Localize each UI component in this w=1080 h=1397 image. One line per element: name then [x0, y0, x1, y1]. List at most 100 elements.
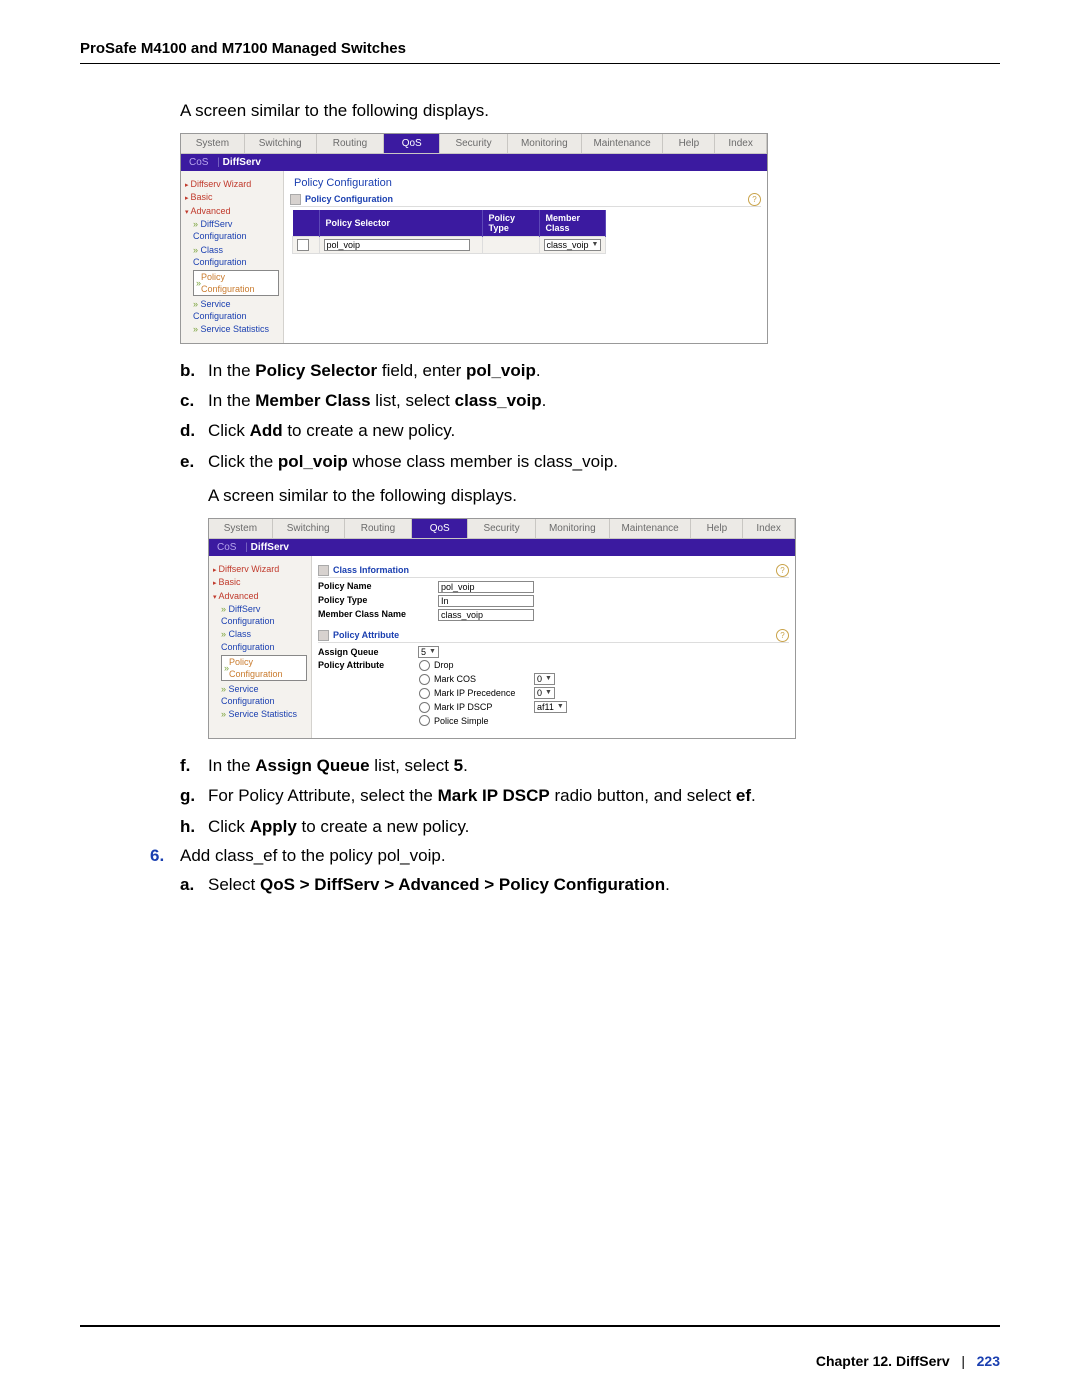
- step-e: e. Click the pol_voip whose class member…: [180, 449, 1000, 475]
- row-mark-ip-dscp: Mark IP DSCP af11▼: [318, 701, 789, 713]
- sidebar-item-service-stats[interactable]: Service Statistics: [221, 708, 307, 720]
- subtab-sep: |: [245, 542, 248, 553]
- main-panel: Policy Configuration Policy Configuratio…: [284, 171, 767, 343]
- step-list-1: b. In the Policy Selector field, enter p…: [180, 358, 1000, 475]
- step-d: d. Click Add to create a new policy.: [180, 418, 1000, 444]
- page-title: Policy Configuration: [294, 177, 761, 189]
- subtab-diffserv[interactable]: DiffServ: [223, 157, 261, 168]
- sidebar-item-advanced[interactable]: Advanced: [213, 590, 307, 602]
- footer-rule: [80, 1325, 1000, 1327]
- tab-monitoring[interactable]: Monitoring: [536, 519, 610, 539]
- step-marker: b.: [180, 358, 208, 384]
- radio-mark-cos[interactable]: [419, 674, 430, 685]
- mark-ip-prec-select[interactable]: 0▼: [534, 687, 555, 699]
- tab-maintenance[interactable]: Maintenance: [610, 519, 692, 539]
- tab-index[interactable]: Index: [715, 134, 767, 154]
- step-marker: f.: [180, 753, 208, 779]
- policy-table: Policy Selector Policy Type Member Class…: [292, 210, 606, 254]
- mark-cos-select[interactable]: 0▼: [534, 673, 555, 685]
- tab-index[interactable]: Index: [743, 519, 795, 539]
- step-6: 6. Add class_ef to the policy pol_voip.: [150, 846, 1000, 866]
- help-icon[interactable]: ?: [776, 629, 789, 642]
- tab-help[interactable]: Help: [663, 134, 715, 154]
- screenshot-class-information: System Switching Routing QoS Security Mo…: [208, 518, 796, 739]
- radio-police-simple[interactable]: [419, 715, 430, 726]
- mark-ip-dscp-select[interactable]: af11▼: [534, 701, 567, 713]
- help-icon[interactable]: ?: [776, 564, 789, 577]
- chevron-down-icon: ▼: [592, 241, 599, 248]
- subtab-diffserv[interactable]: DiffServ: [251, 542, 289, 553]
- sidebar-item-service-stats[interactable]: Service Statistics: [193, 323, 279, 335]
- main-panel-2: Class Information ? Policy Name pol_voip…: [312, 556, 795, 738]
- sidebar-item-policy-cfg[interactable]: Policy Configuration: [193, 270, 279, 296]
- member-class-input: class_voip: [438, 609, 534, 621]
- tab-routing[interactable]: Routing: [345, 519, 413, 539]
- tab-switching[interactable]: Switching: [245, 134, 317, 154]
- tab-qos[interactable]: QoS: [384, 134, 440, 154]
- collapse-icon[interactable]: [290, 194, 301, 205]
- section-title: Class Information: [333, 565, 409, 575]
- member-class-select[interactable]: class_voip▼: [544, 239, 602, 251]
- th-policy-selector: Policy Selector: [319, 210, 482, 237]
- sidebar-item-class-cfg[interactable]: Class Configuration: [193, 244, 279, 268]
- assign-queue-select[interactable]: 5▼: [418, 646, 439, 658]
- tab-security[interactable]: Security: [440, 134, 508, 154]
- row-police-simple: Police Simple: [318, 715, 789, 726]
- tab-system[interactable]: System: [209, 519, 273, 539]
- sidebar-item-wizard[interactable]: Diffserv Wizard: [185, 178, 279, 190]
- tab-switching[interactable]: Switching: [273, 519, 345, 539]
- step-b: b. In the Policy Selector field, enter p…: [180, 358, 1000, 384]
- step-6a: a. Select QoS > DiffServ > Advanced > Po…: [180, 872, 1000, 898]
- sidebar: Diffserv Wizard Basic Advanced DiffServ …: [181, 171, 284, 343]
- sub-tabs-2: CoS | DiffServ: [209, 539, 795, 556]
- kv-policy-type: Policy Type In: [318, 595, 789, 607]
- tab-system[interactable]: System: [181, 134, 245, 154]
- policy-name-input[interactable]: pol_voip: [438, 581, 534, 593]
- tab-routing[interactable]: Routing: [317, 134, 385, 154]
- sidebar-2: Diffserv Wizard Basic Advanced DiffServ …: [209, 556, 312, 738]
- step-h: h. Click Apply to create a new policy.: [180, 814, 1000, 840]
- sidebar-item-service-cfg[interactable]: Service Configuration: [193, 298, 279, 322]
- sidebar-item-service-cfg[interactable]: Service Configuration: [221, 683, 307, 707]
- section-title: Policy Attribute: [333, 630, 399, 640]
- subtab-cos[interactable]: CoS: [189, 157, 208, 168]
- policy-selector-input[interactable]: pol_voip: [324, 239, 470, 251]
- row-mark-cos: Mark COS 0▼: [318, 673, 789, 685]
- intro-text-2: A screen similar to the following displa…: [208, 485, 1000, 508]
- tab-help[interactable]: Help: [691, 519, 743, 539]
- sub-tabs: CoS | DiffServ: [181, 154, 767, 171]
- tab-monitoring[interactable]: Monitoring: [508, 134, 582, 154]
- sidebar-item-basic[interactable]: Basic: [213, 576, 307, 588]
- radio-mark-ip-prec[interactable]: [419, 688, 430, 699]
- sidebar-item-diffserv-cfg[interactable]: DiffServ Configuration: [193, 218, 279, 242]
- radio-mark-ip-dscp[interactable]: [419, 702, 430, 713]
- tab-security[interactable]: Security: [468, 519, 536, 539]
- doc-header: ProSafe M4100 and M7100 Managed Switches: [80, 40, 1000, 57]
- collapse-icon[interactable]: [318, 630, 329, 641]
- kv-member-class: Member Class Name class_voip: [318, 609, 789, 621]
- sidebar-item-diffserv-cfg[interactable]: DiffServ Configuration: [221, 603, 307, 627]
- step-marker: e.: [180, 449, 208, 475]
- sidebar-item-class-cfg[interactable]: Class Configuration: [221, 628, 307, 652]
- sidebar-item-wizard[interactable]: Diffserv Wizard: [213, 563, 307, 575]
- collapse-icon[interactable]: [318, 565, 329, 576]
- row-checkbox[interactable]: [297, 239, 309, 251]
- step-list-6a: a. Select QoS > DiffServ > Advanced > Po…: [180, 872, 1000, 898]
- step-marker: 6.: [150, 846, 180, 866]
- policy-type-input: In: [438, 595, 534, 607]
- step-marker: g.: [180, 783, 208, 809]
- subtab-cos[interactable]: CoS: [217, 542, 236, 553]
- th-policy-type: Policy Type: [482, 210, 539, 237]
- tab-maintenance[interactable]: Maintenance: [582, 134, 664, 154]
- tab-qos[interactable]: QoS: [412, 519, 468, 539]
- section-head: Policy Configuration ?: [290, 193, 761, 207]
- help-icon[interactable]: ?: [748, 193, 761, 206]
- sidebar-item-policy-cfg[interactable]: Policy Configuration: [221, 655, 307, 681]
- sidebar-item-basic[interactable]: Basic: [185, 191, 279, 203]
- radio-drop[interactable]: [419, 660, 430, 671]
- step-marker: c.: [180, 388, 208, 414]
- step-list-2: f. In the Assign Queue list, select 5. g…: [180, 753, 1000, 840]
- step-g: g. For Policy Attribute, select the Mark…: [180, 783, 1000, 809]
- sidebar-item-advanced[interactable]: Advanced: [185, 205, 279, 217]
- section-title: Policy Configuration: [305, 194, 393, 204]
